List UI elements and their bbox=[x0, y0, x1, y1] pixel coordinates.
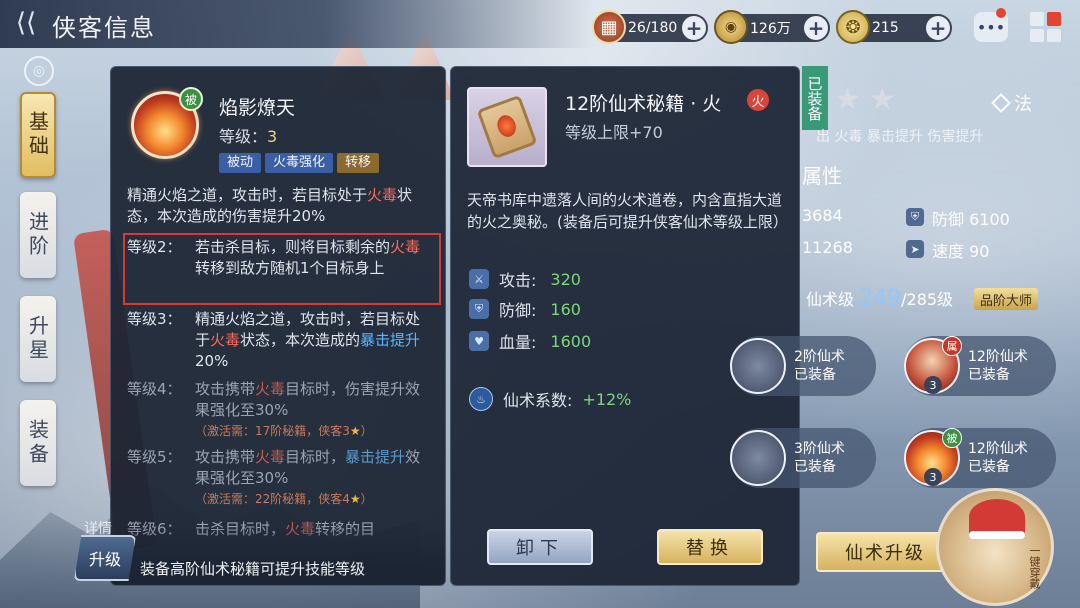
skill-level-3: 等级3： 精通火焰之道，攻击时，若目标处于火毒状态，本次造成的暴击提升20% bbox=[127, 310, 421, 370]
add-chest-button[interactable]: + bbox=[682, 16, 706, 40]
attr-defense: 防御 6100 bbox=[932, 210, 1010, 229]
character-tags: 出 火毒 暴击提升 伤害提升 bbox=[816, 129, 984, 145]
tag-passive: 被动 bbox=[219, 153, 262, 173]
add-token-button[interactable]: + bbox=[926, 16, 950, 40]
spell-level: 仙术级 249/285级 bbox=[806, 286, 954, 311]
attr-speed: 速度 90 bbox=[932, 242, 990, 261]
dragon-token-icon: ❂ bbox=[836, 10, 870, 44]
equipped-tag: 已装备 bbox=[802, 66, 828, 130]
replace-button[interactable]: 替换 bbox=[657, 529, 763, 565]
skill-level-4: 等级4： 攻击携带火毒目标时，伤害提升效果强化至30% （激活需：17阶秘籍，侠… bbox=[127, 379, 432, 441]
skill-level: 等级：3 bbox=[219, 123, 277, 147]
resource-token: ❂ 215 + bbox=[836, 10, 952, 44]
spell-slot-icon bbox=[730, 430, 786, 486]
skill-level-label: 等级： bbox=[219, 127, 268, 146]
element-law: 法 bbox=[991, 90, 1032, 116]
sword-icon: ⚔ bbox=[469, 269, 489, 289]
fire-element-icon: 火 bbox=[747, 89, 769, 111]
book-detail-panel: 12阶仙术秘籍 · 火 火 等级上限+70 天帝书库中遗落人间的火术道卷，内含直… bbox=[450, 66, 800, 586]
tab-advance[interactable]: 进阶 bbox=[20, 192, 56, 278]
tag-fire-poison: 火毒强化 bbox=[265, 153, 334, 173]
stat-spell-coefficient: ♨ 仙术系数: +12% bbox=[469, 387, 631, 411]
skill-level-2: 等级2： 若击杀目标，则将目标剩余的火毒转移到敌方随机1个目标身上 bbox=[127, 238, 421, 277]
menu-grid-icon bbox=[1030, 12, 1044, 26]
stat-hp: ♥ 血量: 1600 bbox=[469, 329, 591, 353]
unequip-button[interactable]: 卸下 bbox=[487, 529, 593, 565]
grade-badge: 品阶大师 bbox=[974, 288, 1039, 310]
stat-attack: ⚔ 攻击: 320 bbox=[469, 267, 581, 291]
attribute-section-title: 属性 bbox=[802, 164, 842, 188]
tab-equipment[interactable]: 装备 bbox=[20, 400, 56, 486]
chat-bubble-icon: ••• bbox=[976, 17, 1006, 37]
passive-badge: 被 bbox=[179, 87, 203, 111]
swirl-icon: ◎ bbox=[24, 56, 54, 86]
page-title: 侠客信息 bbox=[52, 14, 156, 42]
spell-slot-1[interactable]: 2阶仙术 已装备 bbox=[730, 336, 876, 396]
stat-defense: ⛨ 防御: 160 bbox=[469, 297, 581, 321]
skill-detail-panel: 被 焰影燎天 等级：3 被动 火毒强化 转移 精通火焰之道，攻击时，若目标处于火… bbox=[110, 66, 446, 586]
stamp-text: 一键穿戴 bbox=[1028, 545, 1041, 589]
corgi-avatar-stamp: 一键穿戴 bbox=[936, 488, 1054, 606]
book-description: 天帝书库中遗落人间的火术道卷，内含直指大道的火之奥秘。(装备后可提升侠客仙术等级… bbox=[467, 191, 788, 231]
chest-icon: ▦ bbox=[592, 10, 626, 44]
spell-slot-3[interactable]: 3阶仙术 已装备 bbox=[730, 428, 876, 488]
spell-slot-2[interactable]: 属 3 12阶仙术 已装备 bbox=[904, 336, 1056, 396]
heart-icon: ♥ bbox=[469, 331, 489, 351]
book-scroll-icon bbox=[467, 87, 547, 167]
attr-hp-value: 11268 bbox=[802, 238, 853, 257]
skill-level-value: 3 bbox=[267, 127, 278, 146]
star-icon: ★ bbox=[868, 82, 896, 117]
resource-chest: ▦ 26/180 + bbox=[592, 10, 708, 44]
shield-icon: ⛨ bbox=[469, 299, 489, 319]
menu-button[interactable] bbox=[1028, 10, 1062, 44]
character-portrait-icon: 属 3 bbox=[904, 336, 962, 394]
skill-tags: 被动 火毒强化 转移 bbox=[219, 153, 380, 173]
upgrade-tip: 装备高阶仙术秘籍可提升技能等级 bbox=[140, 560, 366, 578]
resource-token-value: 215 bbox=[872, 20, 899, 36]
star-rating: ★ ★ bbox=[834, 82, 896, 117]
resource-coin: ◉ 126万 + bbox=[714, 10, 830, 44]
skill-upgrade-button[interactable]: 升级 bbox=[74, 535, 136, 581]
star-icon: ★ bbox=[349, 492, 361, 506]
tab-star-up[interactable]: 升星 bbox=[20, 296, 56, 382]
skill-level-5: 等级5： 攻击携带火毒目标时，暴击提升效果强化至30% （激活需：22阶秘籍，侠… bbox=[127, 447, 432, 509]
book-title: 12阶仙术秘籍 · 火 bbox=[565, 93, 722, 115]
tab-basic[interactable]: 基础 bbox=[20, 92, 56, 178]
add-coin-button[interactable]: + bbox=[804, 16, 828, 40]
shield-icon: ⛨ bbox=[906, 208, 924, 226]
star-icon: ★ bbox=[349, 424, 361, 438]
book-level-limit: 等级上限+70 bbox=[565, 123, 663, 142]
skill-level-4-requirement: （激活需：17阶秘籍，侠客3★） bbox=[195, 424, 373, 438]
star-icon: ★ bbox=[834, 82, 861, 117]
spell-upgrade-button[interactable]: 仙术升级 bbox=[816, 532, 954, 572]
skill-flame-icon: 被 3 bbox=[904, 428, 962, 486]
back-arrow-icon: ⟨⟨ bbox=[15, 8, 37, 38]
spell-flame-icon: ♨ bbox=[469, 387, 493, 411]
resource-chest-value: 26/180 bbox=[628, 20, 678, 36]
spell-slot-icon bbox=[730, 338, 786, 394]
coin-icon: ◉ bbox=[714, 10, 748, 44]
skill-name: 焰影燎天 bbox=[219, 97, 296, 119]
resource-coin-value: 126万 bbox=[750, 21, 791, 37]
tag-transfer: 转移 bbox=[337, 153, 380, 173]
attr-attack-value: 3684 bbox=[802, 206, 843, 225]
santa-hat-icon bbox=[969, 499, 1025, 539]
skill-base-desc: 精通火焰之道，攻击时，若目标处于火毒状态，本次造成的伤害提升20% bbox=[127, 186, 413, 225]
diamond-icon bbox=[991, 93, 1011, 113]
back-button[interactable]: ⟨⟨ bbox=[6, 6, 46, 40]
chat-notification-dot bbox=[996, 8, 1006, 18]
skill-level-5-requirement: （激活需：22阶秘籍，侠客4★） bbox=[195, 492, 373, 506]
speed-icon: ➤ bbox=[906, 240, 924, 258]
spell-slot-4[interactable]: 被 3 12阶仙术 已装备 bbox=[904, 428, 1056, 488]
